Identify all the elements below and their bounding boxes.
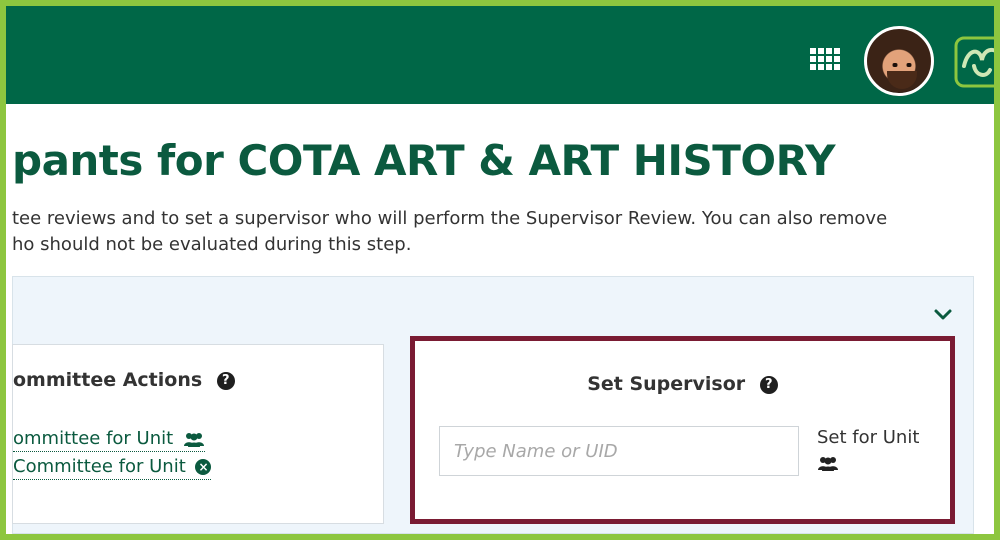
set-for-unit-button[interactable]: Set for Unit bbox=[817, 425, 919, 471]
committee-actions-card: ommittee Actions ? ommittee for Unit Com… bbox=[12, 344, 384, 524]
action-label: ommittee for Unit bbox=[13, 428, 174, 449]
help-icon[interactable]: ? bbox=[216, 371, 235, 390]
set-supervisor-card: Set Supervisor ? Set for Unit bbox=[410, 336, 955, 524]
committee-actions-title: ommittee Actions ? bbox=[13, 369, 235, 391]
page-description: tee reviews and to set a supervisor who … bbox=[12, 206, 994, 258]
description-line: tee reviews and to set a supervisor who … bbox=[12, 208, 888, 229]
group-icon bbox=[183, 433, 204, 447]
set-supervisor-label: Set Supervisor bbox=[587, 373, 746, 395]
chevron-down-icon[interactable] bbox=[931, 302, 955, 326]
action-label: Committee for Unit bbox=[13, 456, 186, 477]
set-for-unit-label: Set for Unit bbox=[817, 427, 920, 448]
apps-grid-icon[interactable] bbox=[810, 48, 840, 74]
remove-committee-for-unit-link[interactable]: Committee for Unit × bbox=[13, 455, 212, 480]
set-supervisor-title: Set Supervisor ? bbox=[415, 373, 950, 395]
set-committee-for-unit-link[interactable]: ommittee for Unit bbox=[13, 427, 205, 452]
group-icon bbox=[818, 457, 838, 471]
committee-actions-label: ommittee Actions bbox=[13, 369, 203, 391]
user-avatar[interactable] bbox=[864, 26, 934, 96]
help-icon[interactable]: ? bbox=[759, 375, 778, 394]
remove-circle-icon: × bbox=[195, 459, 212, 475]
supervisor-search-input[interactable] bbox=[439, 426, 799, 476]
description-line: ho should not be evaluated during this s… bbox=[12, 234, 412, 255]
app-frame: pants for COTA ART & ART HISTORY tee rev… bbox=[0, 0, 1000, 540]
page-title: pants for COTA ART & ART HISTORY bbox=[12, 136, 836, 185]
top-navigation-bar bbox=[6, 6, 1000, 104]
bull-logo-icon[interactable] bbox=[954, 36, 1000, 88]
